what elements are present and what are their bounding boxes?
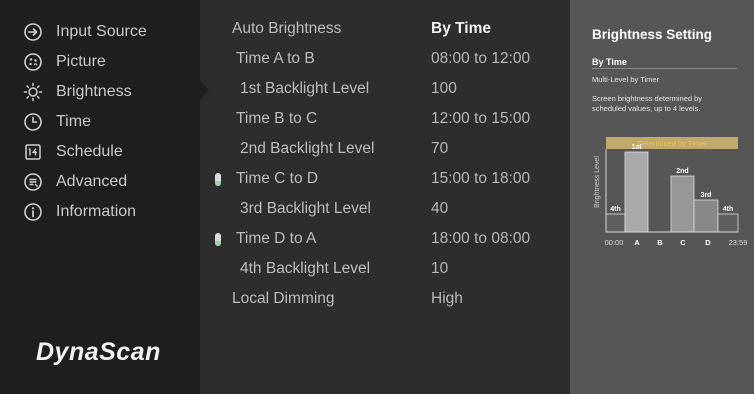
picture-icon (22, 51, 44, 73)
setting-label: 4th Backlight Level (240, 260, 371, 277)
sidebar-item-brightness[interactable]: Brightness (0, 78, 200, 106)
setting-row-1st-backlight-level[interactable]: 1st Backlight Level 100 (200, 74, 570, 104)
sidebar-item-schedule[interactable]: Schedule (0, 138, 200, 166)
diagram-level-bar (605, 213, 626, 233)
sidebar-item-label: Information (56, 203, 137, 220)
setting-label: 3rd Backlight Level (240, 200, 371, 217)
osd-menu: Input Source Picture Brightness Time Sch (0, 0, 754, 394)
setting-row-auto-brightness[interactable]: Auto Brightness By Time (200, 14, 570, 44)
information-icon (22, 201, 44, 223)
diagram-level-label: 2nd (676, 168, 688, 175)
sidebar-item-label: Picture (56, 53, 106, 70)
brightness-icon (22, 81, 44, 103)
sidebar-item-picture[interactable]: Picture (0, 48, 200, 76)
setting-row-3rd-backlight-level[interactable]: 3rd Backlight Level 40 (200, 194, 570, 224)
brand-logo: DynaScan (36, 338, 161, 366)
setting-value: 40 (431, 200, 449, 217)
sidebar-item-label: Brightness (56, 83, 132, 100)
sidebar-item-label: Schedule (56, 143, 123, 160)
setting-value: By Time (431, 20, 492, 37)
setting-row-time-b-to-c[interactable]: Time B to C 12:00 to 15:00 (200, 104, 570, 134)
setting-label: Time B to C (236, 110, 318, 127)
setting-row-time-a-to-b[interactable]: Time A to B 08:00 to 12:00 (200, 44, 570, 74)
sidebar: Input Source Picture Brightness Time Sch (0, 0, 200, 394)
diagram-level-bar (670, 175, 695, 233)
setting-label: Time D to A (236, 230, 317, 247)
setting-label: Auto Brightness (232, 20, 342, 37)
help-panel: Brightness Setting By Time Multi-Level b… (570, 0, 754, 394)
setting-row-2nd-backlight-level[interactable]: 2nd Backlight Level 70 (200, 134, 570, 164)
sidebar-item-input-source[interactable]: Input Source (0, 18, 200, 46)
sidebar-item-advanced[interactable]: Advanced (0, 168, 200, 196)
setting-row-time-d-to-a[interactable]: Time D to A 18:00 to 08:00 (200, 224, 570, 254)
diagram-x-tick: D (705, 238, 711, 247)
diagram-y-label: Brightness Level (594, 156, 601, 208)
diagram-level-label: 4th (610, 206, 621, 213)
setting-value: 08:00 to 12:00 (431, 50, 531, 67)
setting-value: 12:00 to 15:00 (431, 110, 531, 127)
advanced-icon (22, 171, 44, 193)
setting-value: 18:00 to 08:00 (431, 230, 531, 247)
diagram-x-tick: B (657, 238, 663, 247)
diagram-x-tick: A (634, 238, 640, 247)
diagram-header-label: Determined by Timer (637, 139, 707, 148)
setting-value: High (431, 290, 463, 307)
setting-row-local-dimming[interactable]: Local Dimming High (200, 284, 570, 314)
sidebar-item-time[interactable]: Time (0, 108, 200, 136)
setting-value: 10 (431, 260, 449, 277)
diagram-x-tick: C (680, 238, 686, 247)
setting-row-4th-backlight-level[interactable]: 4th Backlight Level 10 (200, 254, 570, 284)
setting-label: Time A to B (236, 50, 315, 67)
diagram-level-label: 4th (723, 206, 734, 213)
setting-label: Time C to D (236, 170, 319, 187)
setting-value: 70 (431, 140, 449, 157)
input-source-icon (22, 21, 44, 43)
setting-label: Local Dimming (232, 290, 335, 307)
diagram-bars: 4th 1st 2nd 3rd 4th (605, 144, 739, 233)
setting-value: 100 (431, 80, 457, 97)
setting-value: 15:00 to 18:00 (431, 170, 531, 187)
status-indicator (215, 233, 221, 246)
diagram-level-label: 1st (631, 144, 642, 151)
setting-label: 2nd Backlight Level (240, 140, 375, 157)
setting-label: 1st Backlight Level (240, 80, 370, 97)
schedule-icon (22, 141, 44, 163)
sidebar-item-label: Input Source (56, 23, 147, 40)
brightness-timer-diagram: Determined by Timer Brightness Level 4th… (594, 137, 748, 247)
sidebar-item-label: Time (56, 113, 91, 130)
sidebar-item-label: Advanced (56, 173, 128, 190)
diagram-level-bar (693, 199, 719, 233)
clock-icon (22, 111, 44, 133)
sidebar-item-information[interactable]: Information (0, 198, 200, 226)
setting-row-time-c-to-d[interactable]: Time C to D 15:00 to 18:00 (200, 164, 570, 194)
diagram-level-bar (624, 151, 649, 233)
diagram-x-tick: 23:59 (729, 238, 748, 247)
status-indicator (215, 173, 221, 186)
diagram-level-bar (717, 213, 739, 233)
selection-pointer (200, 80, 209, 100)
settings-panel: Auto Brightness By Time Time A to B 08:0… (200, 0, 570, 394)
diagram-level-label: 3rd (701, 192, 712, 199)
diagram-x-tick: 00:00 (605, 238, 624, 247)
